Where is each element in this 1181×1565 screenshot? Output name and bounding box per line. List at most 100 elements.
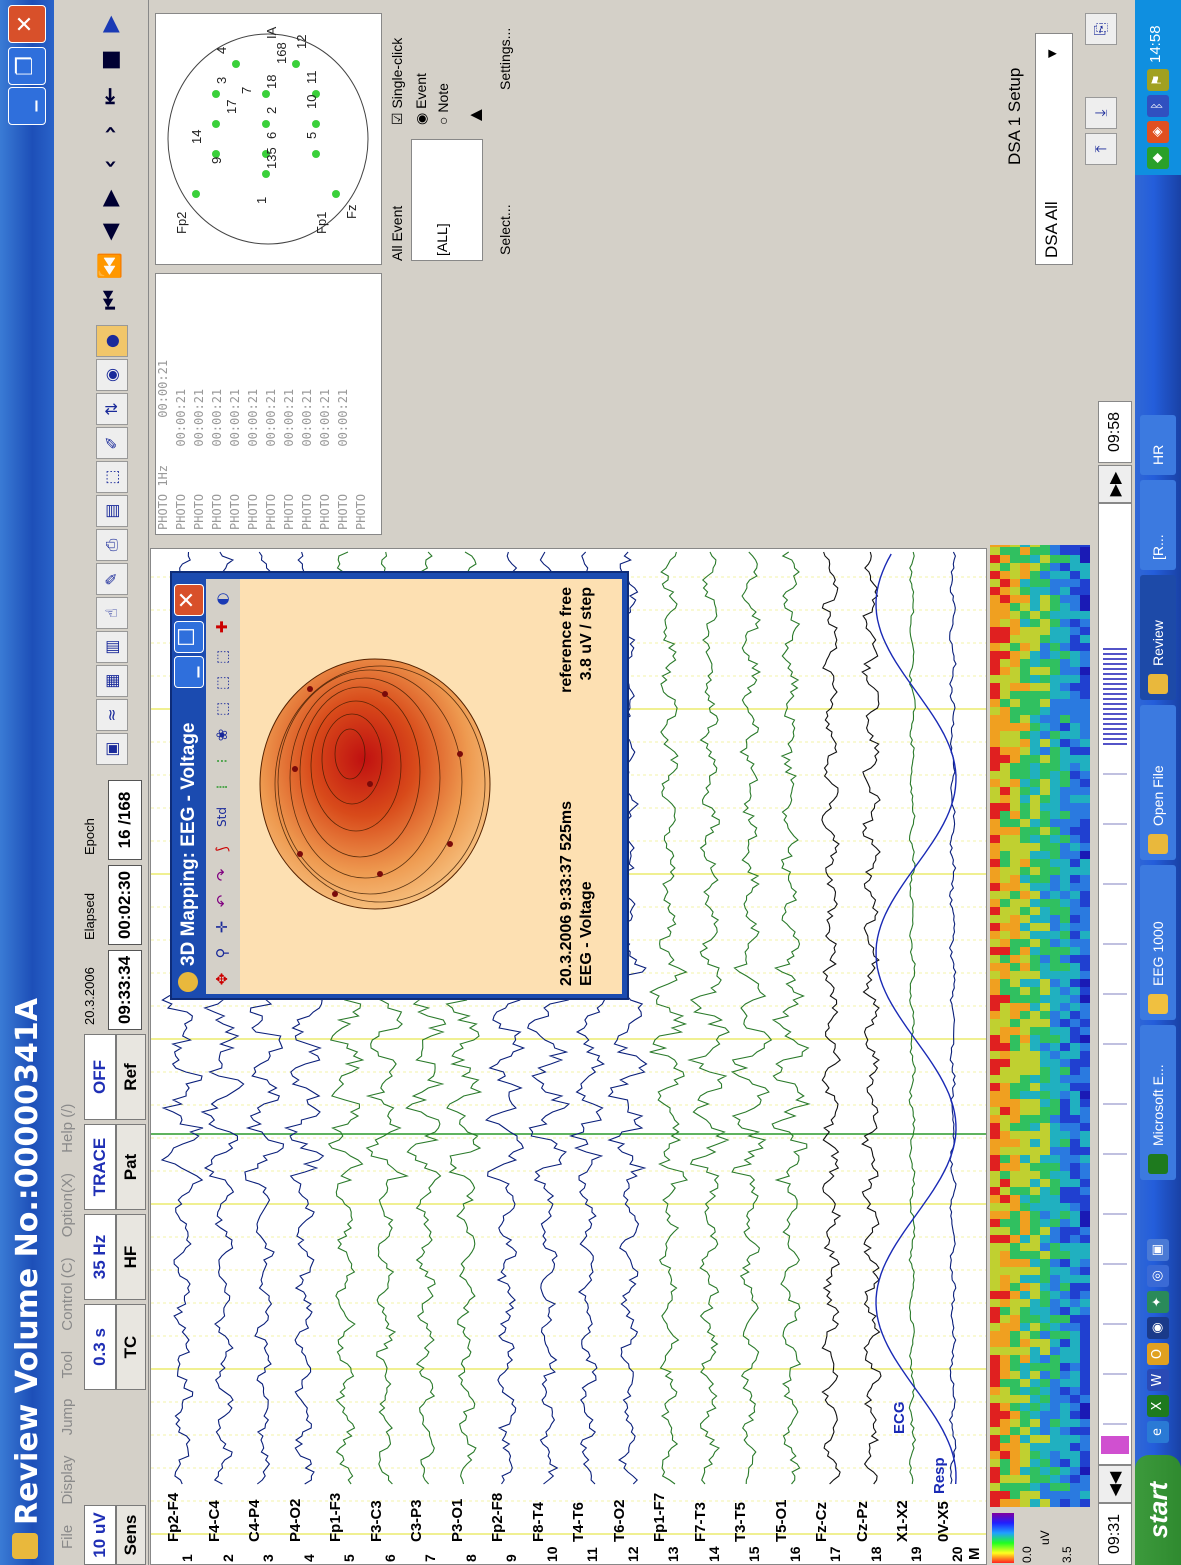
menu-file[interactable]: File <box>54 1525 82 1549</box>
ie-icon[interactable]: e <box>1147 1421 1169 1443</box>
camera-icon[interactable]: ◉ <box>96 359 128 391</box>
spectrogram[interactable] <box>990 499 1090 1507</box>
channel-label[interactable]: C4-P4 <box>246 1499 263 1542</box>
electrode-dot[interactable] <box>262 170 270 178</box>
globe-icon[interactable]: ◐ <box>211 588 233 610</box>
compress-button[interactable]: ⇤ <box>94 81 128 111</box>
electrode-dot[interactable] <box>212 120 220 128</box>
menu-option[interactable]: Option(X) <box>54 1173 82 1237</box>
menu-control[interactable]: Control (C) <box>54 1257 82 1330</box>
hf-value[interactable]: 35 Hz <box>84 1214 116 1300</box>
event-row[interactable]: PHOTO 00:00:21 <box>246 274 264 534</box>
head-icon[interactable]: ✚ <box>211 616 233 638</box>
channel-label[interactable]: P4-O2 <box>287 1499 304 1542</box>
step-back-button[interactable]: ‹ <box>94 149 128 179</box>
electrode-dot[interactable] <box>262 90 270 98</box>
electrode-headmap[interactable]: Fp2 Fp1 1 9 135 14 6 17 2 10 5 18 3 11 7 168 4 12 Fz IA <box>155 13 382 265</box>
chart-icon[interactable]: ▥ <box>96 631 128 663</box>
event-row[interactable]: PHOTO 00:00:21 <box>174 274 192 534</box>
channel-label[interactable]: P3-O1 <box>449 1499 466 1542</box>
tray-app-icon[interactable]: ◆ <box>1147 147 1169 169</box>
rotate-left-icon[interactable]: ↶ <box>211 890 233 912</box>
task-eeg[interactable]: EEG 1000 <box>1140 865 1176 1020</box>
minimize-button[interactable]: _ <box>8 87 46 125</box>
start-button[interactable]: start <box>1135 1455 1181 1565</box>
channel-label[interactable]: T6-O2 <box>611 1499 628 1542</box>
up-arrow-icon[interactable]: ▲ <box>465 105 488 125</box>
step-forward-button[interactable]: › <box>94 115 128 145</box>
menu-display[interactable]: Display <box>54 1455 82 1504</box>
channel-label[interactable]: C3-P3 <box>408 1499 425 1542</box>
browser-icon[interactable]: ◎ <box>1147 1265 1169 1287</box>
channel-label[interactable]: Cz-Pz <box>854 1501 871 1542</box>
tray-network-icon[interactable]: ⚑ <box>1147 69 1169 91</box>
electrode-dot[interactable] <box>262 120 270 128</box>
electrode-dot[interactable] <box>212 90 220 98</box>
restore-button[interactable]: ❐ <box>8 47 46 85</box>
excel-icon[interactable]: X <box>1147 1395 1169 1417</box>
fast-back-button[interactable]: ⏪ <box>94 251 128 281</box>
move-icon[interactable]: ✛ <box>211 916 233 938</box>
note-icon[interactable]: ✎ <box>96 563 128 595</box>
select-icon[interactable]: ⬚ <box>96 461 128 493</box>
menu-tool[interactable]: Tool <box>54 1351 82 1379</box>
popup-minimize-button[interactable]: _ <box>174 656 204 688</box>
chevron-down-icon[interactable]: ▾ <box>1042 49 1062 58</box>
event-row[interactable]: PHOTO 00:00:21 <box>228 274 246 534</box>
task-open-file[interactable]: Open File <box>1140 705 1176 860</box>
dsa-setup-label[interactable]: DSA 1 Setup <box>1005 68 1025 165</box>
first-page-button[interactable]: ⏮ <box>94 285 128 315</box>
view-side-icon[interactable]: ⬚ <box>211 646 233 668</box>
channel-label[interactable]: Fz-Cz <box>813 1502 830 1542</box>
rotate-right-icon[interactable]: ↷ <box>211 864 233 886</box>
map-icon[interactable]: ● <box>96 325 128 357</box>
dsa-select[interactable]: DSA All ▾ <box>1035 33 1073 265</box>
hand-icon[interactable]: ☝ <box>96 597 128 629</box>
outlook-icon[interactable]: O <box>1147 1343 1169 1365</box>
printer-icon[interactable]: ▤ <box>96 495 128 527</box>
timeline-back-button[interactable]: ◀◀ <box>1098 1465 1132 1503</box>
timeline-position[interactable] <box>1101 1436 1129 1454</box>
print-icon[interactable]: ⎙ <box>96 529 128 561</box>
3d-map-canvas[interactable]: 20.3.2006 9:33:37 525ms EEG - Voltage re… <box>240 579 622 994</box>
electrode-dot[interactable] <box>192 190 200 198</box>
close-button[interactable]: ✕ <box>8 5 46 43</box>
network-icon[interactable]: ✦ <box>1147 1291 1169 1313</box>
page-forward-button[interactable]: ▶ <box>94 183 128 213</box>
electrode-dot[interactable] <box>332 190 340 198</box>
event-row[interactable]: PHOTO 00:00:21 <box>282 274 300 534</box>
desktop-icon[interactable]: ▣ <box>1147 1239 1169 1261</box>
channel-label[interactable]: X1-X2 <box>894 1500 911 1542</box>
electrode-dot[interactable] <box>292 60 300 68</box>
event-row[interactable]: PHOTO 1Hz 00:00:21 <box>156 274 174 534</box>
event-radio[interactable]: ◉ Event <box>413 73 430 125</box>
channel-label[interactable]: T4-T6 <box>570 1502 587 1542</box>
align-bottom-icon[interactable]: ⤓ <box>1085 97 1117 129</box>
export-icon[interactable]: ⎘ <box>1085 13 1117 45</box>
event-row[interactable]: PHOTO 00:00:21 <box>300 274 318 534</box>
flip-icon[interactable]: ⟆ <box>211 838 233 860</box>
view-top-icon[interactable]: ⬚ <box>211 698 233 720</box>
timeline-bar[interactable] <box>1098 503 1132 1465</box>
tray-bluetooth-icon[interactable]: ᛒ <box>1147 95 1169 117</box>
ref-value[interactable]: OFF <box>84 1034 116 1120</box>
channel-label[interactable]: Fp2-F4 <box>165 1493 182 1542</box>
channel-label[interactable]: F3-C3 <box>368 1500 385 1542</box>
channel-label[interactable]: Fp1-F7 <box>651 1493 668 1542</box>
pen-icon[interactable]: ✐ <box>96 427 128 459</box>
play-button[interactable]: ▶ <box>94 9 128 39</box>
calendar-icon[interactable]: ▦ <box>96 665 128 697</box>
media-icon[interactable]: ◉ <box>1147 1317 1169 1339</box>
wave-icon[interactable]: ≈ <box>96 699 128 731</box>
grid-icon[interactable]: ⁞ <box>211 776 233 798</box>
montage-icon[interactable]: ⇅ <box>96 393 128 425</box>
window-icon[interactable]: ▣ <box>96 733 128 765</box>
std-button[interactable]: Std <box>211 802 233 832</box>
event-filter-box[interactable]: [ALL] <box>411 139 483 261</box>
word-icon[interactable]: W <box>1147 1369 1169 1391</box>
channel-label[interactable]: F4-C4 <box>206 1500 223 1542</box>
task-excel[interactable]: Microsoft E... <box>1140 1025 1176 1180</box>
menu-help[interactable]: Help (/) <box>54 1104 82 1153</box>
zoom-icon[interactable]: ⚲ <box>211 942 233 964</box>
task-hr[interactable]: HR <box>1140 415 1176 475</box>
